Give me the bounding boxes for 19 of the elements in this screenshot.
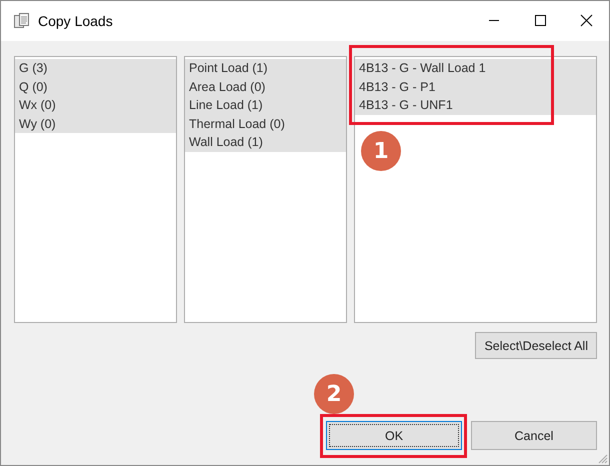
select-deselect-all-button[interactable]: Select\Deselect All (475, 332, 597, 359)
list-item[interactable]: 4B13 - G - P1 (355, 78, 596, 96)
list-item[interactable]: Point Load (1) (185, 59, 346, 78)
list-item[interactable]: Thermal Load (0) (185, 114, 346, 133)
list-item[interactable]: 4B13 - G - UNF1 (355, 96, 596, 114)
window-title: Copy Loads (38, 13, 114, 29)
list-item[interactable]: Wy (0) (15, 114, 176, 133)
resize-grip-icon[interactable] (596, 452, 608, 464)
cancel-button[interactable]: Cancel (471, 421, 597, 450)
list-item[interactable]: Area Load (0) (185, 78, 346, 96)
list-item[interactable]: Wall Load (1) (185, 133, 346, 152)
documents-icon (13, 12, 31, 30)
list-item[interactable]: G (3) (15, 59, 176, 78)
list-item[interactable]: Q (0) (15, 78, 176, 96)
step-number-badge: 2 (314, 374, 354, 414)
list-item[interactable]: Wx (0) (15, 96, 176, 114)
list-item[interactable]: 4B13 - G - Wall Load 1 (355, 59, 596, 78)
list-item[interactable]: Line Load (1) (185, 96, 346, 114)
ok-button[interactable]: OK (326, 421, 462, 450)
